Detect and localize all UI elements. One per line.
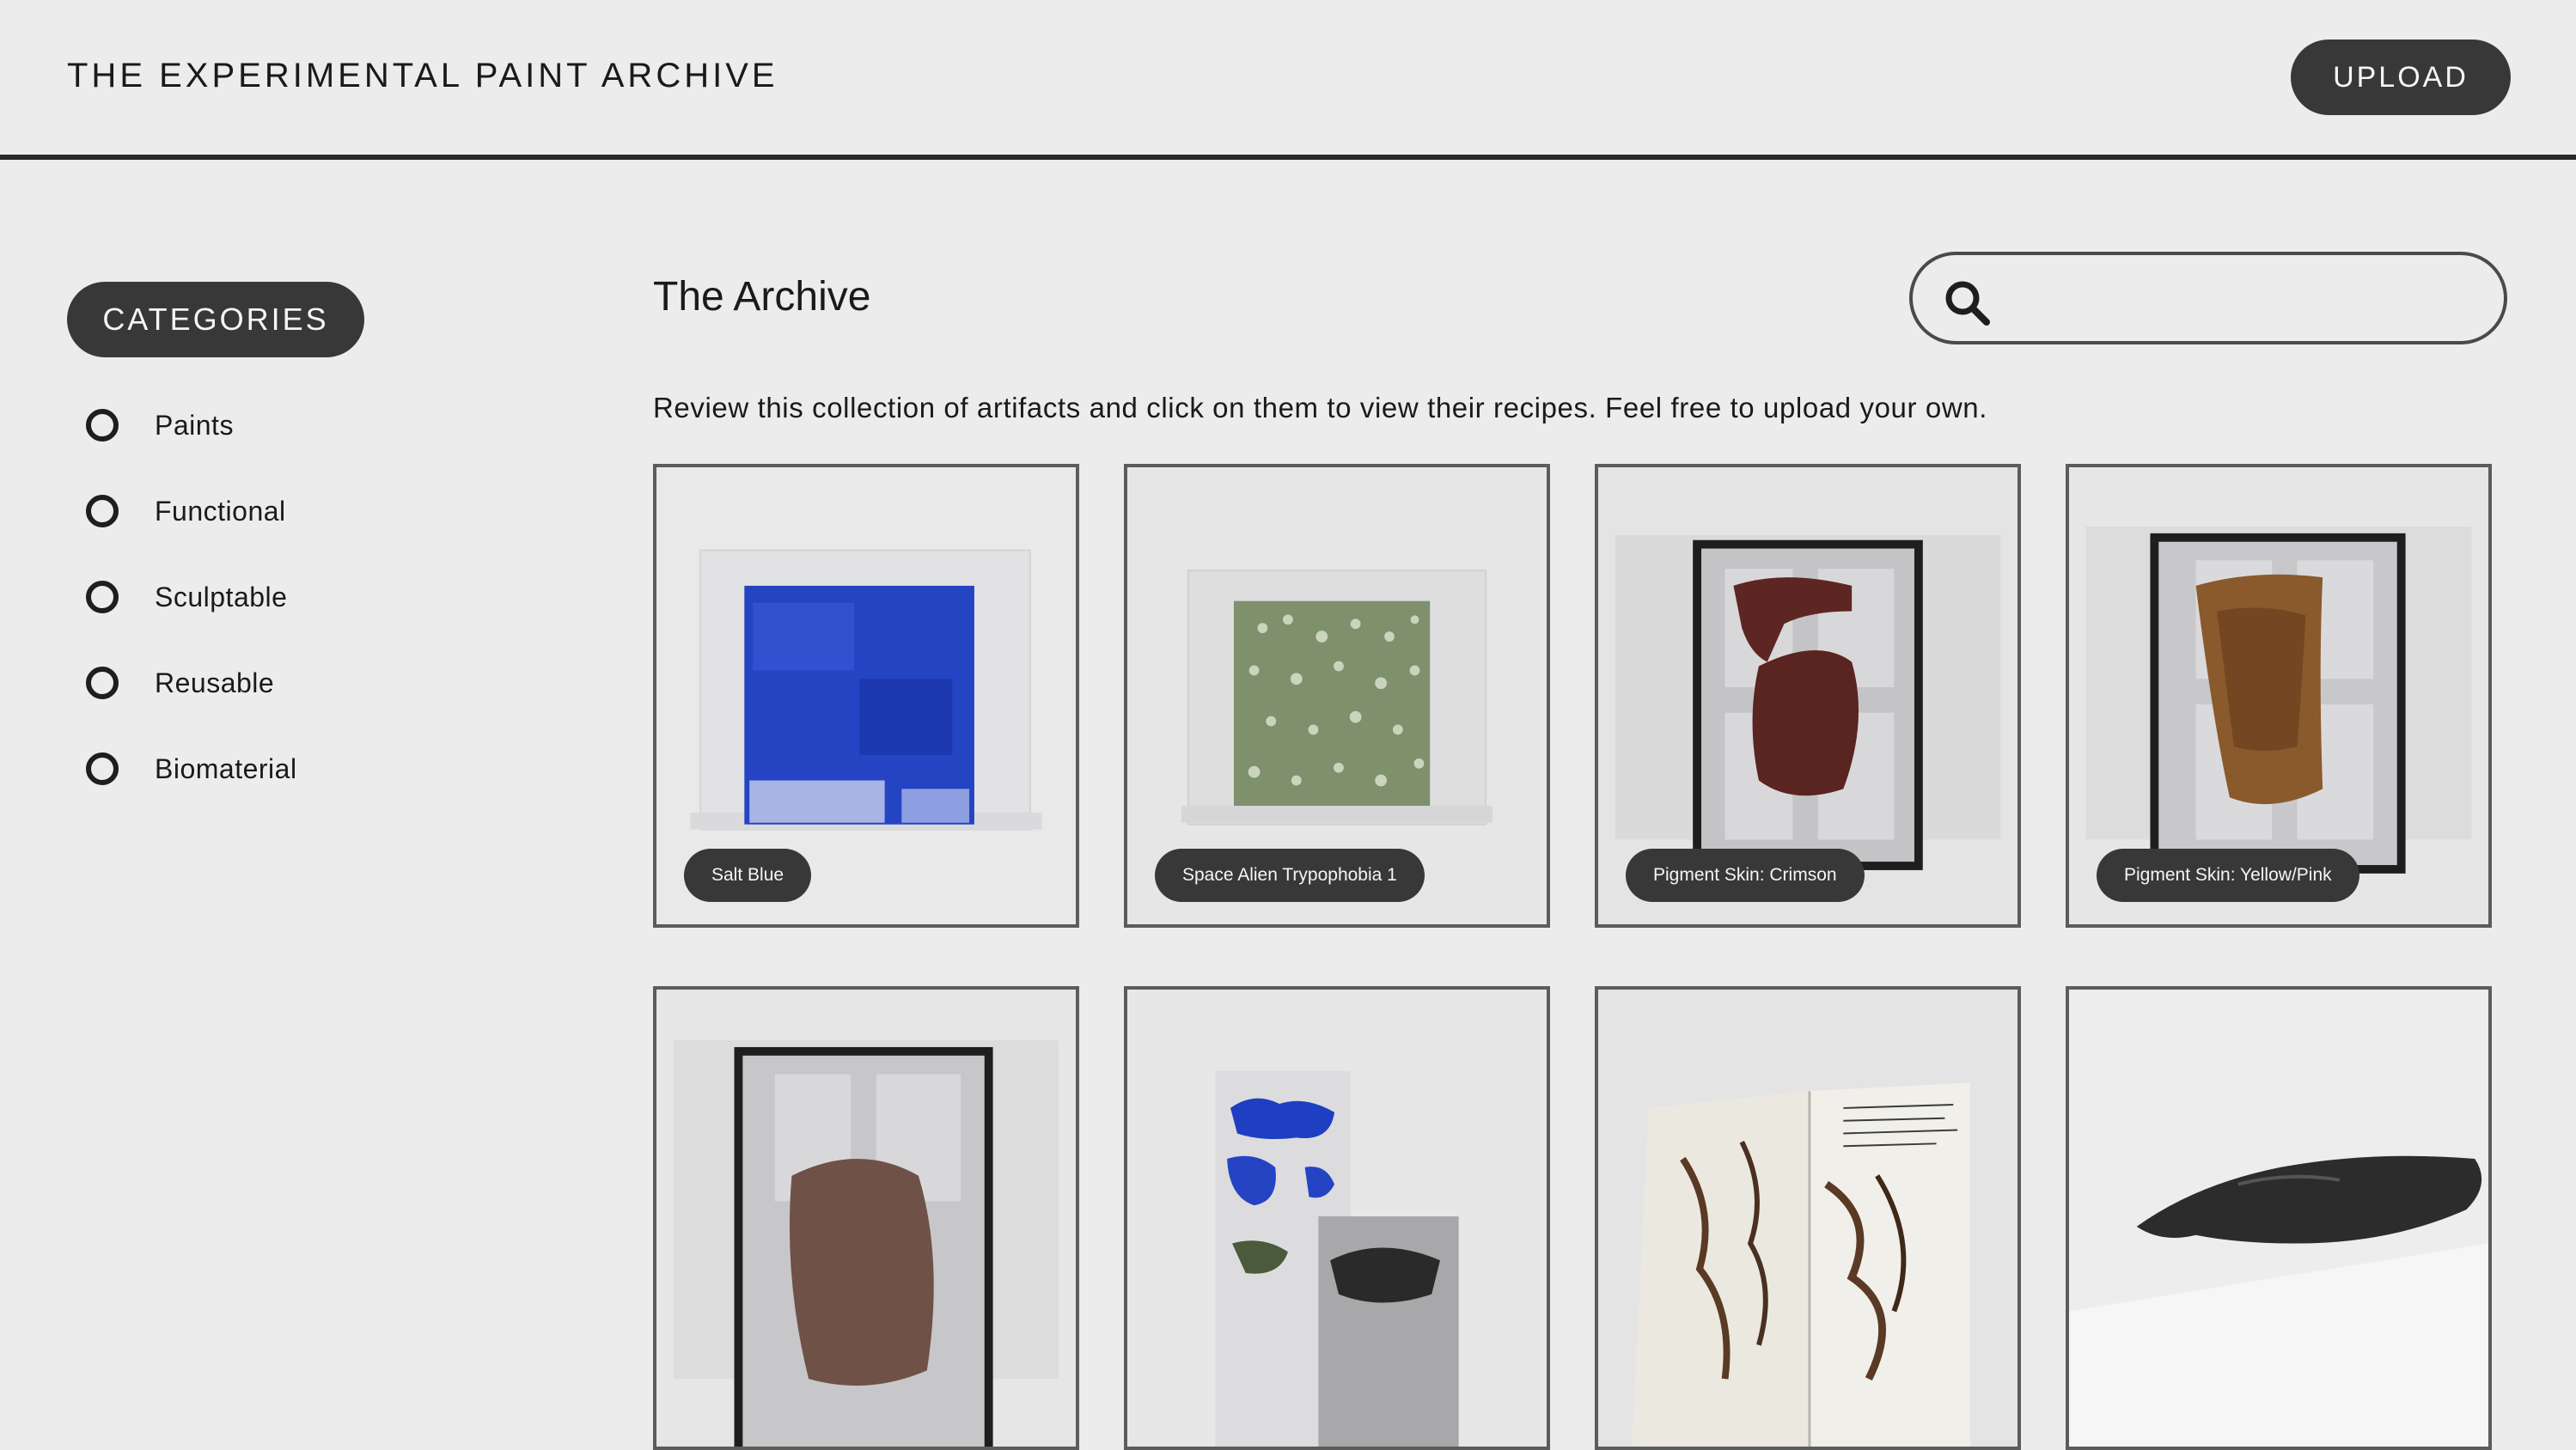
artifact-card-space-alien-trypophobia[interactable]: Space Alien Trypophobia 1	[1124, 464, 1550, 928]
site-title[interactable]: THE EXPERIMENTAL PAINT ARCHIVE	[67, 57, 778, 95]
artifact-image	[1127, 990, 1547, 1447]
upload-button[interactable]: UPLOAD	[2291, 40, 2511, 115]
intro-text: Review this collection of artifacts and …	[653, 392, 1987, 423]
category-list: Paints Functional Sculptable Reusable Bi…	[86, 404, 297, 833]
artifact-card-pigment-skin-crimson[interactable]: Pigment Skin: Crimson	[1595, 464, 2021, 928]
artifact-card[interactable]	[1124, 986, 1550, 1450]
search-icon[interactable]	[1942, 277, 1993, 329]
radio-button[interactable]	[86, 667, 119, 699]
artifact-card[interactable]	[2066, 986, 2492, 1450]
artifact-card-pigment-skin-yellow-pink[interactable]: Pigment Skin: Yellow/Pink	[2066, 464, 2492, 928]
artifact-image	[2069, 990, 2488, 1447]
category-reusable[interactable]: Reusable	[86, 661, 297, 704]
artifact-card-salt-blue[interactable]: Salt Blue	[653, 464, 1079, 928]
radio-button[interactable]	[86, 581, 119, 613]
category-label: Functional	[155, 495, 286, 527]
category-paints[interactable]: Paints	[86, 404, 297, 447]
category-label: Reusable	[155, 667, 275, 698]
category-label: Paints	[155, 409, 234, 441]
artifact-label: Pigment Skin: Crimson	[1626, 849, 1865, 902]
category-label: Biomaterial	[155, 752, 297, 784]
categories-heading: CATEGORIES	[67, 282, 364, 357]
artifact-card[interactable]	[1595, 986, 2021, 1450]
artifact-image	[656, 990, 1076, 1447]
artifact-card[interactable]	[653, 986, 1079, 1450]
radio-button[interactable]	[86, 409, 119, 442]
artifact-label: Space Alien Trypophobia 1	[1155, 849, 1425, 902]
artifact-label: Pigment Skin: Yellow/Pink	[2097, 849, 2359, 902]
category-sculptable[interactable]: Sculptable	[86, 576, 297, 618]
category-biomaterial[interactable]: Biomaterial	[86, 747, 297, 790]
search-input[interactable]	[2007, 269, 2492, 329]
page-title: The Archive	[653, 274, 871, 320]
category-functional[interactable]: Functional	[86, 490, 297, 533]
search-bar[interactable]	[1909, 252, 2507, 344]
site-header: THE EXPERIMENTAL PAINT ARCHIVE UPLOAD	[0, 0, 2576, 160]
artifact-label: Salt Blue	[684, 849, 812, 902]
radio-button[interactable]	[86, 752, 119, 785]
category-label: Sculptable	[155, 581, 288, 612]
radio-button[interactable]	[86, 495, 119, 527]
artifact-image	[1598, 990, 2017, 1447]
